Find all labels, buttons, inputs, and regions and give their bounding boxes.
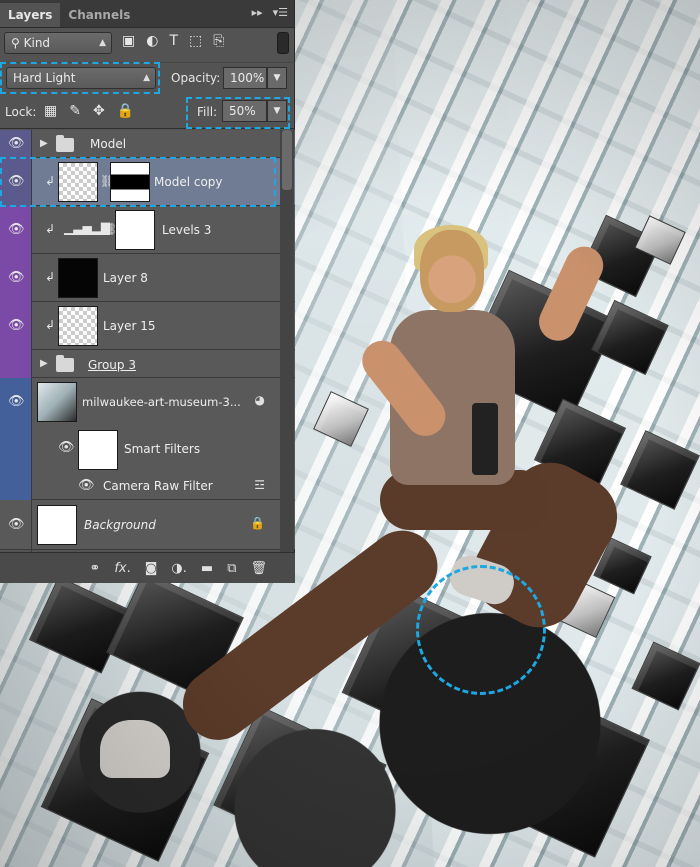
opacity-label: Opacity: — [171, 71, 221, 85]
smart-filter-mask-thumbnail[interactable] — [78, 430, 118, 470]
layer-thumbnail — [37, 382, 77, 422]
layer-row-layer-8[interactable]: 👁 ↲ Layer 8 — [0, 254, 295, 302]
fill-highlight — [186, 97, 290, 129]
layer-name: Background — [84, 518, 156, 532]
filter-kind-label: Kind — [23, 36, 51, 50]
panel-footer: ⚭ fx. ◙ ◑. ▬ ⧉ 🗑 — [0, 552, 295, 583]
new-layer-icon[interactable]: ⧉ — [227, 561, 236, 576]
panel-tab-bar: Layers Channels ▸▸ ▾☰ — [0, 0, 294, 28]
mask-thumbnail[interactable] — [115, 210, 155, 250]
expand-triangle-icon[interactable]: ▶ — [40, 138, 48, 149]
layer-name: Group 3 — [88, 358, 136, 372]
layer-name: Smart Filters — [124, 442, 201, 456]
new-adjustment-icon[interactable]: ◑. — [171, 561, 186, 576]
type-filter-icon[interactable]: T — [169, 33, 178, 49]
layer-row-model-group[interactable]: 👁 ▶ Model — [0, 130, 295, 158]
layer-thumbnail — [58, 306, 98, 346]
layers-panel: Layers Channels ▸▸ ▾☰ ⚲ Kind ▲ ▣ ◐ T ⬚ ⎘… — [0, 0, 295, 583]
layer-thumbnail — [58, 258, 98, 298]
collapse-icon[interactable]: ▸▸ — [252, 6, 263, 19]
tab-layers[interactable]: Layers — [0, 3, 61, 27]
smart-object-filter-icon[interactable]: ⎘ — [213, 33, 224, 49]
layer-name: milwaukee-art-museum-3... — [82, 395, 241, 409]
filter-row: ⚲ Kind ▲ ▣ ◐ T ⬚ ⎘ — [0, 30, 295, 56]
adjustment-filter-icon[interactable]: ◐ — [146, 33, 158, 49]
search-icon: ⚲ — [11, 36, 24, 50]
link-layers-icon[interactable]: ⚭ — [89, 561, 100, 576]
smart-object-badge-icon: ◕ — [254, 393, 265, 407]
lock-icon: 🔒 — [250, 516, 265, 530]
lock-all-icon[interactable]: 🔒 — [117, 103, 134, 119]
layer-row-layer-15[interactable]: 👁 ↲ Layer 15 — [0, 302, 295, 350]
folder-icon — [56, 355, 74, 372]
clip-arrow-icon: ↲ — [45, 270, 56, 284]
lock-icons: ▦ ✎ ✥ 🔒 — [44, 103, 134, 119]
layer-name: Levels 3 — [162, 223, 212, 237]
highlight-circle — [416, 565, 546, 695]
expand-triangle-icon[interactable]: ▶ — [40, 358, 48, 369]
eye-icon[interactable]: 👁 — [58, 440, 75, 455]
updown-arrows-icon: ▲ — [99, 38, 106, 48]
filter-kind-select[interactable]: ⚲ Kind ▲ — [4, 32, 112, 54]
lock-transparency-icon[interactable]: ▦ — [44, 103, 57, 119]
layer-name: Camera Raw Filter — [103, 479, 213, 493]
layers-scrollbar[interactable] — [280, 130, 294, 552]
layer-name: Model — [90, 137, 127, 151]
lock-label: Lock: — [5, 105, 37, 119]
layer-name: Layer 8 — [103, 271, 148, 285]
eye-icon[interactable]: 👁 — [78, 478, 95, 493]
tab-channels[interactable]: Channels — [60, 3, 138, 27]
panel-tools: ▸▸ ▾☰ — [252, 6, 288, 19]
opacity-dropdown-button[interactable]: ▼ — [267, 67, 287, 89]
filter-icons: ▣ ◐ T ⬚ ⎘ — [122, 33, 224, 49]
shape-filter-icon[interactable]: ⬚ — [189, 33, 202, 49]
clip-arrow-icon: ↲ — [45, 222, 56, 236]
lock-position-icon[interactable]: ✥ — [93, 103, 105, 119]
layer-row-levels-3[interactable]: 👁 ↲ ▁▃▅▂▇ ⛓ Levels 3 — [0, 206, 295, 254]
layer-thumbnail — [37, 505, 77, 545]
layer-row-group-3[interactable]: ▶ Group 3 — [0, 350, 295, 378]
blend-mode-highlight — [0, 62, 160, 94]
layer-row-background[interactable]: 👁 Background 🔒 — [0, 500, 295, 550]
layer-name: Layer 15 — [103, 319, 156, 333]
scrollbar-thumb[interactable] — [282, 130, 292, 190]
clip-arrow-icon: ↲ — [45, 318, 56, 332]
fx-icon[interactable]: fx. — [114, 561, 130, 576]
delete-icon[interactable]: 🗑 — [250, 561, 267, 576]
folder-icon — [56, 135, 74, 152]
layer-row-milwaukee-smart-object[interactable]: 👁 milwaukee-art-museum-3... ◕ — [0, 378, 295, 426]
new-group-icon[interactable]: ▬ — [201, 561, 213, 576]
selected-layer-highlight — [0, 157, 276, 207]
panel-menu-icon[interactable]: ▾☰ — [273, 6, 288, 19]
filter-toggle-switch[interactable] — [277, 32, 289, 54]
pixel-filter-icon[interactable]: ▣ — [122, 33, 135, 49]
layer-row-smart-filters[interactable]: 👁 Smart Filters — [0, 426, 295, 472]
lock-paint-icon[interactable]: ✎ — [69, 103, 81, 119]
filter-options-icon[interactable]: ☲ — [254, 478, 265, 492]
opacity-input[interactable]: 100% — [223, 67, 267, 89]
add-mask-icon[interactable]: ◙ — [145, 561, 158, 576]
layer-row-camera-raw-filter[interactable]: 👁 Camera Raw Filter ☲ — [0, 472, 295, 500]
